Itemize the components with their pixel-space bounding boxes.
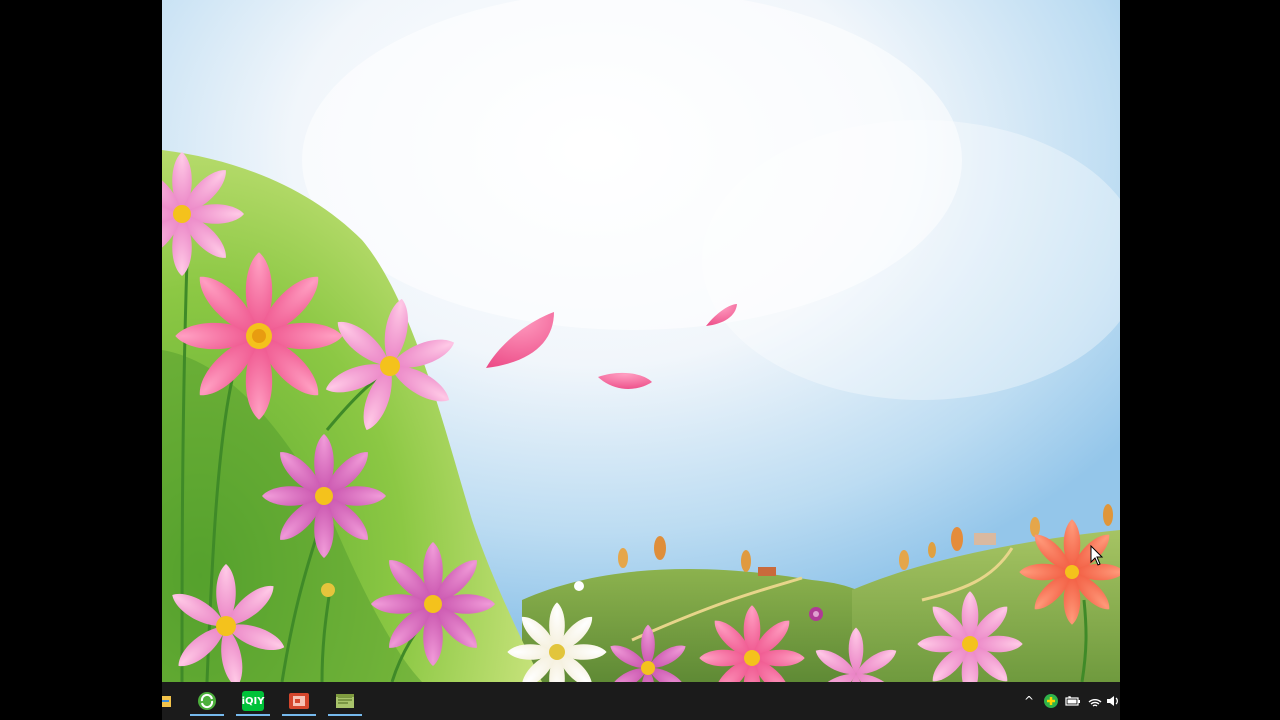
file-explorer-icon [162,696,171,707]
taskbar-notepad-button[interactable] [324,686,366,716]
iqiyi-icon: iQIY [242,691,264,711]
taskbar: iQIY ^ [162,682,1120,720]
iqiyi-icon-label: iQIY [241,695,265,707]
mouse-cursor-icon [1090,545,1104,566]
wifi-icon [1088,699,1102,707]
show-hidden-icons-button[interactable]: ^ [1018,682,1040,720]
active-indicator [236,714,270,716]
active-indicator [190,714,224,716]
battery-icon [1065,696,1080,706]
active-indicator [328,714,362,716]
presentation-app-icon [289,693,309,709]
taskbar-file-explorer-button[interactable] [162,686,184,716]
taskbar-presentation-button[interactable] [278,686,320,716]
desktop-screen: iQIY ^ [162,0,1120,720]
tray-battery-button[interactable] [1062,682,1084,720]
notepad-icon [336,694,354,708]
tray-security-app-button[interactable] [1040,682,1062,720]
browser-icon [198,692,216,710]
desktop-wallpaper [162,0,1120,682]
taskbar-browser-button[interactable] [186,686,228,716]
security-app-plus-icon [1044,694,1058,708]
volume-icon [1107,696,1118,706]
show-hidden-icons-chevron-icon: ^ [1023,694,1035,708]
active-indicator [282,714,316,716]
taskbar-iqiyi-button[interactable]: iQIY [232,686,274,716]
tray-wifi-button[interactable] [1084,682,1106,720]
tray-volume-button[interactable] [1106,682,1120,720]
